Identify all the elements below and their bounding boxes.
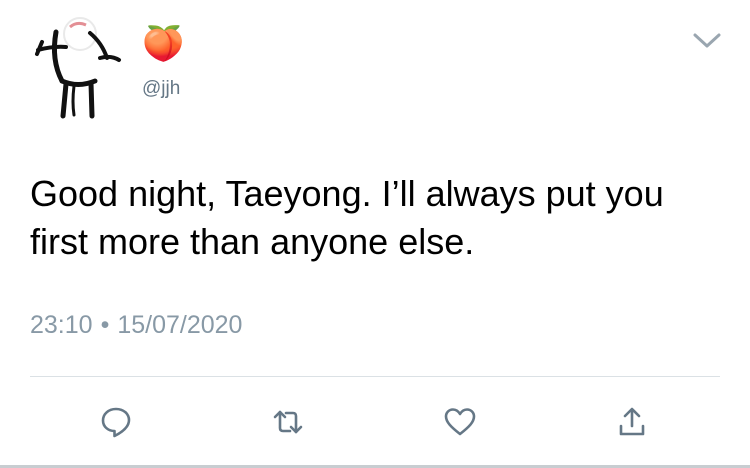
display-name[interactable]: 🍑 — [142, 24, 184, 64]
reply-button[interactable] — [98, 404, 134, 440]
share-button[interactable] — [614, 404, 650, 440]
timestamp-separator: • — [100, 311, 110, 339]
share-upload-icon — [619, 407, 645, 436]
chevron-down-icon[interactable] — [690, 28, 724, 52]
tweet-date: 15/07/2020 — [117, 311, 243, 339]
user-handle[interactable]: @jjh — [142, 78, 180, 100]
tweet-time: 23:10 — [30, 311, 93, 339]
heart-outline-icon — [444, 408, 476, 436]
like-button[interactable] — [442, 404, 478, 440]
avatar[interactable] — [28, 16, 124, 120]
retweet-arrows-icon — [273, 410, 303, 434]
retweet-button[interactable] — [270, 404, 306, 440]
divider — [30, 376, 720, 377]
tweet-timestamp: 23:10 • 15/07/2020 — [30, 308, 242, 342]
tweet-text: Good night, Taeyong. I’ll always put you… — [30, 173, 664, 262]
reply-bubble-icon — [101, 407, 131, 438]
